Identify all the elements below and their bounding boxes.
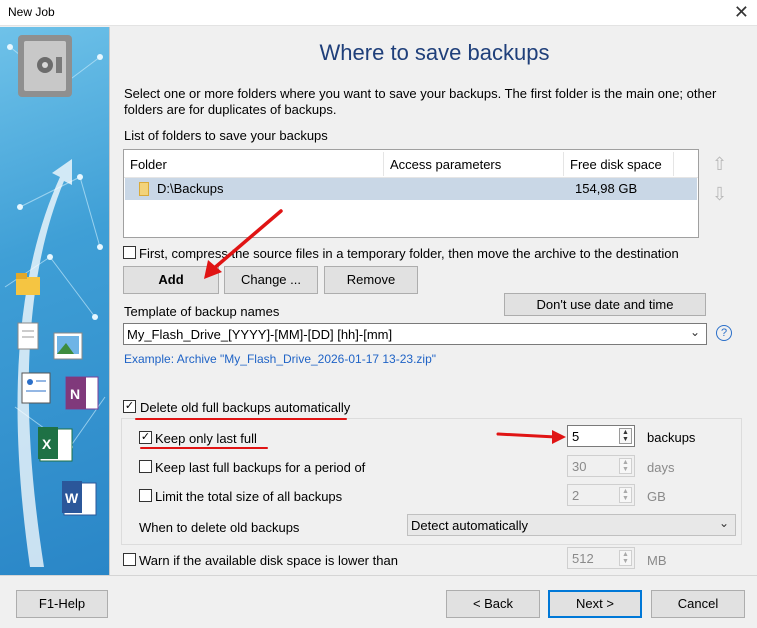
warn-space-checkbox[interactable] (123, 553, 136, 566)
svg-text:X: X (42, 436, 52, 452)
keep-last-stepper[interactable]: 5 ▲ ▼ (567, 425, 635, 447)
excel-icon: X (38, 427, 73, 462)
when-delete-value: Detect automatically (411, 518, 529, 533)
document-icon (17, 322, 39, 350)
delete-old-label[interactable]: Delete old full backups automatically (140, 400, 350, 415)
column-access-parameters[interactable]: Access parameters (390, 157, 501, 172)
warn-space-value: 512 (572, 551, 594, 566)
window-title: New Job (8, 5, 55, 19)
column-folder[interactable]: Folder (130, 157, 167, 172)
cancel-button[interactable]: Cancel (651, 590, 745, 618)
move-down-icon[interactable]: ⇩ (712, 184, 727, 205)
page-description: Select one or more folders where you wan… (124, 86, 717, 117)
limit-size-stepper[interactable]: 2 ▲ ▼ (567, 484, 635, 506)
folders-list-header: Folder Access parameters Free disk space (124, 150, 698, 178)
move-up-icon[interactable]: ⇧ (712, 154, 727, 175)
wizard-sidebar-image: N X W (0, 27, 110, 575)
title-bar: New Job ✕ (0, 0, 757, 26)
keep-period-label[interactable]: Keep last full backups for a period of (155, 460, 365, 475)
network-decoration: N X W (4, 35, 106, 567)
svg-text:N: N (70, 386, 80, 402)
limit-size-label[interactable]: Limit the total size of all backups (155, 489, 342, 504)
change-button[interactable]: Change ... (224, 266, 318, 294)
keep-last-checkbox[interactable]: ✓ (139, 431, 152, 444)
add-button[interactable]: Add (123, 266, 219, 294)
keep-last-unit: backups (647, 430, 696, 445)
keep-last-label[interactable]: Keep only last full (155, 431, 257, 446)
warn-space-stepper[interactable]: 512 ▲ ▼ (567, 547, 635, 569)
spin-arrows-icon[interactable]: ▲ ▼ (619, 487, 632, 503)
warn-space-label[interactable]: Warn if the available disk space is lowe… (139, 553, 398, 568)
template-combobox[interactable]: My_Flash_Drive_[YYYY]-[MM]-[DD] [hh]-[mm… (123, 323, 707, 345)
help-icon[interactable]: ? (716, 325, 732, 341)
folder-free-space: 154,98 GB (575, 181, 638, 196)
picture-icon (53, 332, 83, 360)
safe-icon (18, 35, 72, 97)
keep-period-checkbox[interactable] (139, 460, 152, 473)
next-button[interactable]: Next > (548, 590, 642, 618)
close-icon[interactable]: ✕ (734, 2, 749, 23)
limit-size-checkbox[interactable] (139, 489, 152, 502)
when-delete-label: When to delete old backups (139, 520, 300, 535)
page-title: Where to save backups (319, 40, 550, 65)
remove-button[interactable]: Remove (324, 266, 418, 294)
keep-period-stepper[interactable]: 30 ▲ ▼ (567, 455, 635, 477)
folder-icon (139, 182, 149, 196)
folder-row[interactable]: D:\Backups 154,98 GB (125, 178, 697, 200)
back-button[interactable]: < Back (446, 590, 540, 618)
folders-list-label: List of folders to save your backups (124, 128, 328, 143)
folders-list[interactable]: Folder Access parameters Free disk space… (123, 149, 699, 238)
compress-checkbox[interactable] (123, 246, 136, 259)
delete-old-checkbox[interactable]: ✓ (123, 400, 136, 413)
warn-space-unit: MB (647, 553, 667, 568)
compress-label[interactable]: First, compress the source files in a te… (139, 246, 679, 261)
spin-arrows-icon[interactable]: ▲ ▼ (619, 550, 632, 566)
keep-period-value: 30 (572, 459, 587, 474)
template-value: My_Flash_Drive_[YYYY]-[MM]-[DD] [hh]-[mm… (127, 327, 393, 342)
word-icon: W (62, 481, 97, 516)
limit-size-unit: GB (647, 489, 666, 504)
chevron-down-icon[interactable]: ⌄ (719, 516, 729, 530)
onenote-icon: N (65, 376, 99, 410)
template-label: Template of backup names (124, 304, 280, 319)
example-text: Example: Archive "My_Flash_Drive_2026-01… (124, 352, 437, 366)
chevron-down-icon[interactable]: ⌄ (690, 325, 700, 339)
when-delete-select[interactable]: Detect automatically ⌄ (407, 514, 736, 536)
column-free-disk-space[interactable]: Free disk space (570, 157, 662, 172)
underline-keep-last (140, 447, 268, 449)
spin-arrows-icon[interactable]: ▲ ▼ (619, 458, 632, 474)
limit-size-value: 2 (572, 488, 580, 503)
folder-path: D:\Backups (157, 181, 224, 196)
contact-card-icon (21, 372, 51, 404)
keep-last-value: 5 (572, 429, 580, 444)
no-date-button[interactable]: Don't use date and time (504, 293, 706, 316)
help-button[interactable]: F1-Help (16, 590, 108, 618)
keep-period-unit: days (647, 460, 675, 475)
svg-text:W: W (65, 490, 79, 506)
spin-arrows-icon[interactable]: ▲ ▼ (619, 428, 632, 444)
underline-delete-old (135, 418, 347, 420)
wizard-footer (0, 575, 757, 628)
